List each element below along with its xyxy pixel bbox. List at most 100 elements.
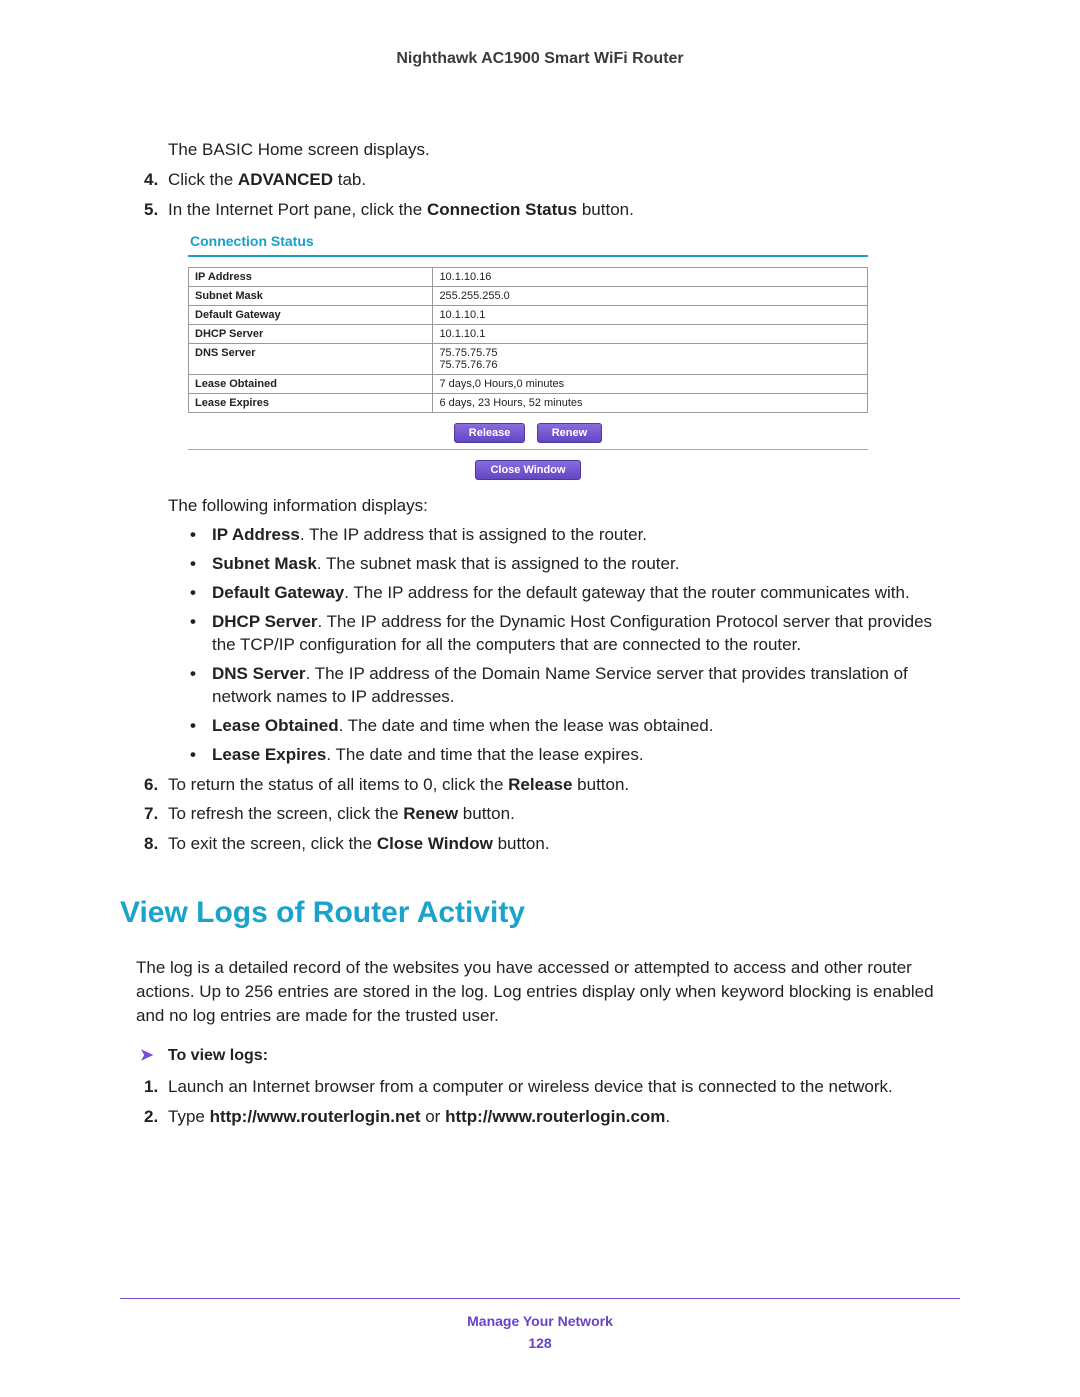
intro-line: The BASIC Home screen displays. — [168, 138, 960, 162]
bullet-term: DHCP Server — [212, 612, 318, 631]
step-text: To exit the screen, click the — [168, 834, 377, 853]
row-label: IP Address — [189, 268, 433, 287]
bullet-desc: . The IP address that is assigned to the… — [300, 525, 647, 544]
step-text: Launch an Internet browser from a comput… — [168, 1077, 893, 1096]
row-value: 6 days, 23 Hours, 52 minutes — [433, 394, 868, 413]
bullet-term: Subnet Mask — [212, 554, 317, 573]
step-text: To refresh the screen, click the — [168, 804, 403, 823]
row-label: Lease Expires — [189, 394, 433, 413]
step-bold-url2: http://www.routerlogin.com — [445, 1107, 665, 1126]
step-number: 8. — [144, 832, 158, 856]
panel-title: Connection Status — [188, 229, 868, 257]
list-item: IP Address. The IP address that is assig… — [190, 524, 960, 547]
bullet-term: IP Address — [212, 525, 300, 544]
list-item: DNS Server. The IP address of the Domain… — [190, 663, 960, 709]
row-label: DHCP Server — [189, 325, 433, 344]
step-bold: Close Window — [377, 834, 493, 853]
subheading-row: ➤ To view logs: — [140, 1045, 960, 1065]
row-value: 10.1.10.1 — [433, 325, 868, 344]
step-bold: Release — [508, 775, 572, 794]
step-8: 8. To exit the screen, click the Close W… — [148, 832, 960, 856]
table-row: Lease Obtained7 days,0 Hours,0 minutes — [189, 375, 868, 394]
step-mid: or — [421, 1107, 446, 1126]
bullet-desc: . The subnet mask that is assigned to th… — [317, 554, 680, 573]
step-bold-url1: http://www.routerlogin.net — [210, 1107, 421, 1126]
list-item: Subnet Mask. The subnet mask that is ass… — [190, 553, 960, 576]
row-value: 7 days,0 Hours,0 minutes — [433, 375, 868, 394]
page-footer: Manage Your Network 128 — [0, 1298, 1080, 1351]
bullet-desc: . The date and time when the lease was o… — [339, 716, 714, 735]
release-button[interactable]: Release — [454, 423, 526, 443]
row-value: 75.75.75.75 75.75.76.76 — [433, 344, 868, 375]
step-number: 6. — [144, 773, 158, 797]
connection-status-panel: Connection Status IP Address10.1.10.16Su… — [188, 229, 868, 480]
footer-rule — [120, 1298, 960, 1299]
row-label: DNS Server — [189, 344, 433, 375]
status-table: IP Address10.1.10.16Subnet Mask255.255.2… — [188, 267, 868, 413]
steps-list-b: 6. To return the status of all items to … — [120, 773, 960, 856]
step-number: 2. — [144, 1105, 158, 1129]
steps-list-a: 4. Click the ADVANCED tab. 5. In the Int… — [120, 168, 960, 222]
list-item: DHCP Server. The IP address for the Dyna… — [190, 611, 960, 657]
bullet-desc: . The IP address for the default gateway… — [344, 583, 909, 602]
panel-separator — [188, 449, 868, 450]
list-item: Lease Expires. The date and time that th… — [190, 744, 960, 767]
table-row: Default Gateway10.1.10.1 — [189, 306, 868, 325]
step-c1: 1. Launch an Internet browser from a com… — [148, 1075, 960, 1099]
step-text: To return the status of all items to 0, … — [168, 775, 508, 794]
row-label: Subnet Mask — [189, 287, 433, 306]
footer-section: Manage Your Network — [0, 1313, 1080, 1329]
bullet-term: Lease Obtained — [212, 716, 339, 735]
arrow-icon: ➤ — [140, 1047, 153, 1064]
step-number: 7. — [144, 802, 158, 826]
step-text-post: tab. — [333, 170, 366, 189]
table-row: IP Address10.1.10.16 — [189, 268, 868, 287]
row-label: Default Gateway — [189, 306, 433, 325]
bullet-term: DNS Server — [212, 664, 306, 683]
row-value: 255.255.255.0 — [433, 287, 868, 306]
section-heading: View Logs of Router Activity — [120, 896, 960, 930]
row-label: Lease Obtained — [189, 375, 433, 394]
step-number: 1. — [144, 1075, 158, 1099]
step-text-post: button. — [577, 200, 634, 219]
bullet-term: Default Gateway — [212, 583, 344, 602]
row-value: 10.1.10.16 — [433, 268, 868, 287]
step-text: In the Internet Port pane, click the — [168, 200, 427, 219]
close-window-button[interactable]: Close Window — [475, 460, 580, 480]
step-text: Click the — [168, 170, 238, 189]
list-item: Lease Obtained. The date and time when t… — [190, 715, 960, 738]
step-7: 7. To refresh the screen, click the Rene… — [148, 802, 960, 826]
table-row: DNS Server75.75.75.75 75.75.76.76 — [189, 344, 868, 375]
list-item: Default Gateway. The IP address for the … — [190, 582, 960, 605]
step-text-post: button. — [493, 834, 550, 853]
bullet-desc: . The IP address for the Dynamic Host Co… — [212, 612, 932, 654]
bullet-term: Lease Expires — [212, 745, 326, 764]
step-bold: Connection Status — [427, 200, 577, 219]
step-bold: ADVANCED — [238, 170, 333, 189]
step-text: Type — [168, 1107, 210, 1126]
step-6: 6. To return the status of all items to … — [148, 773, 960, 797]
table-row: DHCP Server10.1.10.1 — [189, 325, 868, 344]
table-row: Lease Expires6 days, 23 Hours, 52 minute… — [189, 394, 868, 413]
bullet-desc: . The date and time that the lease expir… — [326, 745, 643, 764]
info-bullet-list: IP Address. The IP address that is assig… — [190, 524, 960, 766]
following-info-line: The following information displays: — [168, 494, 960, 518]
step-post: . — [665, 1107, 670, 1126]
step-bold: Renew — [403, 804, 458, 823]
subheading-text: To view logs: — [168, 1047, 268, 1064]
step-text-post: button. — [572, 775, 629, 794]
document-title: Nighthawk AC1900 Smart WiFi Router — [120, 50, 960, 68]
steps-list-c: 1. Launch an Internet browser from a com… — [120, 1075, 960, 1129]
step-5: 5. In the Internet Port pane, click the … — [148, 198, 960, 222]
section-intro: The log is a detailed record of the webs… — [136, 956, 960, 1027]
step-number: 5. — [144, 198, 158, 222]
table-row: Subnet Mask255.255.255.0 — [189, 287, 868, 306]
row-value: 10.1.10.1 — [433, 306, 868, 325]
step-number: 4. — [144, 168, 158, 192]
step-4: 4. Click the ADVANCED tab. — [148, 168, 960, 192]
footer-page-number: 128 — [0, 1335, 1080, 1351]
bullet-desc: . The IP address of the Domain Name Serv… — [212, 664, 908, 706]
renew-button[interactable]: Renew — [537, 423, 602, 443]
step-c2: 2. Type http://www.routerlogin.net or ht… — [148, 1105, 960, 1129]
step-text-post: button. — [458, 804, 515, 823]
